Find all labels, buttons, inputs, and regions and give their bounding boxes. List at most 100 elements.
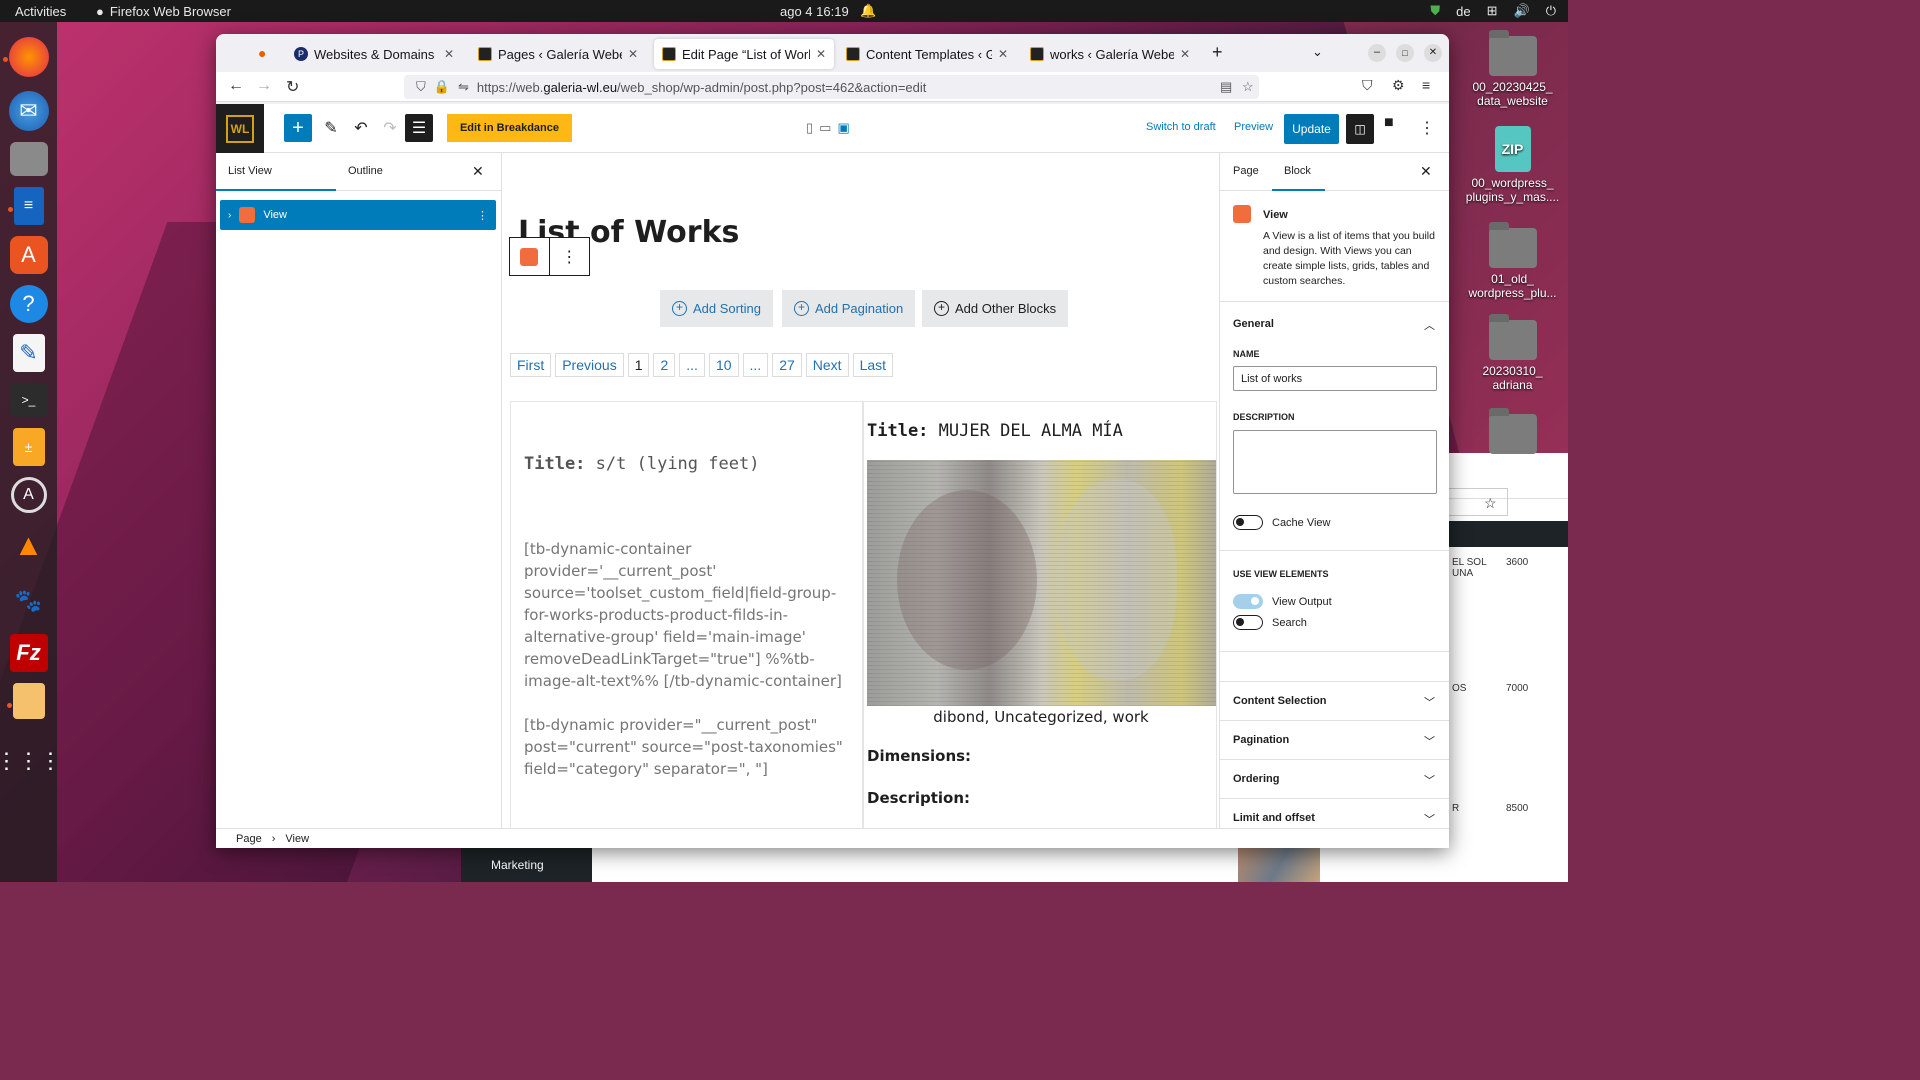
firefox-icon[interactable] <box>2 37 49 77</box>
files-icon[interactable] <box>9 142 48 176</box>
text-editor-icon[interactable]: ✎ <box>12 334 45 372</box>
list-tabs-icon[interactable]: ⌄ <box>1312 44 1323 60</box>
switch-to-draft-button[interactable]: Switch to draft <box>1146 121 1216 133</box>
pocket-icon[interactable]: ⛉ <box>1362 77 1373 94</box>
app-menu[interactable]: ● Firefox Web Browser <box>96 4 231 19</box>
thunderbird-icon[interactable]: ✉ <box>8 91 49 131</box>
tab-outline[interactable]: Outline <box>348 165 383 177</box>
page-next[interactable]: Next <box>805 353 849 377</box>
close-tab-icon[interactable]: ✕ <box>1180 47 1190 61</box>
activities-button[interactable]: Activities <box>15 4 66 19</box>
back-icon[interactable]: ← <box>228 77 244 95</box>
add-pagination-button[interactable]: + Add Pagination <box>782 290 916 327</box>
app-grid-icon[interactable]: ⋮⋮⋮ <box>0 739 62 783</box>
ordering-section[interactable]: Ordering ﹀ <box>1220 759 1449 798</box>
desktop-icon[interactable]: ▣ <box>837 120 849 136</box>
firefox-view-icon[interactable]: ● <box>258 45 266 61</box>
vlc-icon[interactable]: ▲ <box>7 524 51 568</box>
view-output-toggle[interactable] <box>1233 594 1263 609</box>
clock[interactable]: ago 4 16:19 <box>780 4 849 19</box>
search-toggle[interactable] <box>1233 615 1263 630</box>
desktop-folder[interactable] <box>1460 408 1565 458</box>
terminal-icon[interactable]: >_ <box>9 383 48 417</box>
close-window-icon[interactable]: ✕ <box>1424 44 1442 62</box>
menu-icon[interactable]: ≡ <box>1422 77 1430 93</box>
bookmark-star-icon[interactable]: ☆ <box>1242 79 1254 95</box>
add-sorting-button[interactable]: + Add Sorting <box>660 290 773 327</box>
page-number[interactable]: 27 <box>772 353 802 377</box>
limit-offset-section[interactable]: Limit and offset ﹀ <box>1220 798 1449 828</box>
tab[interactable]: Pages ‹ Galería Weber-Lu✕ <box>470 39 646 69</box>
url-bar[interactable]: ⛉ 🔒 ⇋ https://web. galeria-wl.eu/web_shop… <box>404 75 1259 99</box>
desktop-folder[interactable]: 00_20230425_ data_website <box>1460 30 1565 108</box>
content-selection-section[interactable]: Content Selection ﹀ <box>1220 681 1449 720</box>
shield-tracking-icon[interactable]: ⛉ <box>416 79 426 95</box>
desktop-zip[interactable]: ZIP 00_wordpress_ plugins_y_mas.... <box>1460 126 1565 204</box>
tab[interactable]: P Websites & Domains - Ple✕ <box>286 39 462 69</box>
maximize-icon[interactable]: □ <box>1396 44 1414 62</box>
pagination-section[interactable]: Pagination ﹀ <box>1220 720 1449 759</box>
gimp-icon[interactable]: 🐾 <box>7 579 51 623</box>
tools-pencil-icon[interactable]: ✎ <box>317 114 345 142</box>
minimize-icon[interactable]: – <box>1368 44 1386 62</box>
lock-icon[interactable]: 🔒 <box>434 79 450 95</box>
help-icon[interactable]: ? <box>9 285 48 323</box>
description-textarea[interactable] <box>1233 430 1437 494</box>
plugin-icon[interactable]: ■ <box>1384 114 1394 132</box>
app-center-icon[interactable]: A <box>9 236 48 274</box>
undo-icon[interactable]: ↶ <box>347 114 375 142</box>
writer-icon[interactable]: ≡ <box>7 187 44 225</box>
chevron-right-icon[interactable]: › <box>228 210 231 221</box>
new-tab-icon[interactable]: + <box>1212 42 1223 63</box>
cache-view-toggle[interactable] <box>1233 515 1263 530</box>
block-options-icon[interactable]: ⋮ <box>550 238 590 275</box>
permissions-icon[interactable]: ⇋ <box>458 79 469 95</box>
options-icon[interactable]: ⋮ <box>477 209 488 222</box>
forward-icon[interactable]: → <box>256 77 272 95</box>
desktop-folder[interactable]: 20230310_ adriana <box>1460 314 1565 392</box>
update-button[interactable]: Update <box>1284 114 1339 144</box>
desktop-folder[interactable]: 01_old_ wordpress_plu... <box>1460 222 1565 300</box>
image-viewer-icon[interactable] <box>6 683 45 719</box>
software-updater-icon[interactable]: A <box>10 477 47 513</box>
extensions-icon[interactable]: ⚙ <box>1392 77 1405 94</box>
close-tab-icon[interactable]: ✕ <box>816 47 826 61</box>
add-other-blocks-button[interactable]: + Add Other Blocks <box>922 290 1069 327</box>
list-view-item[interactable]: › View ⋮ <box>220 200 496 230</box>
breadcrumb-page[interactable]: Page <box>236 833 262 845</box>
settings-sidebar-icon[interactable]: ◫ <box>1346 114 1374 144</box>
tab-block[interactable]: Block <box>1284 165 1311 177</box>
filezilla-icon[interactable]: Fz <box>9 634 48 672</box>
general-section-title[interactable]: General <box>1233 318 1274 330</box>
reader-view-icon[interactable]: ▤ <box>1220 79 1232 95</box>
tab[interactable]: works ‹ Galería Weber-Lu✕ <box>1022 39 1198 69</box>
more-options-icon[interactable]: ⋮ <box>1419 118 1435 138</box>
page-first[interactable]: First <box>510 353 552 377</box>
page-number[interactable]: 10 <box>708 353 739 377</box>
tab-page[interactable]: Page <box>1233 165 1259 177</box>
redo-icon[interactable]: ↷ <box>376 114 404 142</box>
reload-icon[interactable]: ↻ <box>286 77 299 97</box>
calculator-icon[interactable]: ± <box>12 428 45 466</box>
page-previous[interactable]: Previous <box>555 353 624 377</box>
tablet-icon[interactable]: ▭ <box>819 120 831 136</box>
page-number[interactable]: 2 <box>653 353 676 377</box>
block-type-button[interactable] <box>510 238 550 275</box>
close-icon[interactable]: ✕ <box>472 163 484 180</box>
close-tab-icon[interactable]: ✕ <box>444 47 454 61</box>
mobile-icon[interactable]: ▯ <box>806 120 813 136</box>
system-tray[interactable]: ⛊ de ⊞ 🔊 ⏻ <box>1430 3 1556 19</box>
add-block-button[interactable]: + <box>284 114 312 142</box>
page-last[interactable]: Last <box>852 353 894 377</box>
breadcrumb-view[interactable]: View <box>285 833 309 845</box>
edit-in-breakdance-button[interactable]: Edit in Breakdance <box>447 114 572 142</box>
document-overview-button[interactable]: ☰ <box>405 114 433 142</box>
name-input[interactable]: List of works <box>1233 366 1437 391</box>
close-icon[interactable]: ✕ <box>1420 163 1432 180</box>
tab[interactable]: Content Templates ‹ Gale✕ <box>838 39 1016 69</box>
chevron-up-icon[interactable]: ︿ <box>1424 317 1435 333</box>
close-tab-icon[interactable]: ✕ <box>998 47 1008 61</box>
tab-list-view[interactable]: List View <box>228 165 272 177</box>
keyboard-language[interactable]: de <box>1456 4 1470 19</box>
close-tab-icon[interactable]: ✕ <box>628 47 638 61</box>
